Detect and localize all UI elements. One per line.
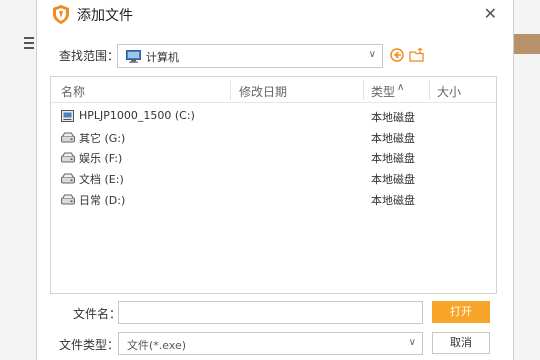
row-name: 娱乐 (F:) — [79, 152, 123, 165]
dialog-title: 添加文件 — [77, 8, 133, 24]
row-type: 本地磁盘 — [371, 132, 415, 145]
back-arrow-icon[interactable] — [390, 48, 404, 62]
drive-icon — [61, 194, 75, 205]
file-list[interactable]: 名称 修改日期 类型 ∧ 大小 HPLJP1000_1500 (C:) 本地磁盘 — [50, 76, 497, 294]
column-separator[interactable] — [429, 80, 430, 100]
column-separator[interactable] — [363, 80, 364, 100]
file-type-value: 文件(*.exe) — [127, 339, 187, 352]
background-app-right — [514, 0, 540, 360]
row-name: 其它 (G:) — [79, 132, 126, 145]
column-header-name[interactable]: 名称 — [61, 83, 85, 100]
title-bar: 添加文件 ✕ — [37, 0, 513, 30]
drive-icon — [61, 152, 75, 163]
close-icon[interactable]: ✕ — [484, 5, 497, 23]
open-button[interactable]: 打开 — [432, 301, 490, 323]
shield-logo-icon — [53, 5, 69, 24]
row-type: 本地磁盘 — [371, 173, 415, 186]
file-name-label: 文件名： — [73, 307, 122, 321]
chevron-down-icon[interactable]: ∨ — [369, 49, 376, 60]
cancel-button[interactable]: 取消 — [432, 332, 490, 354]
add-file-dialog: 添加文件 ✕ 查找范围： 计算机 ∨ 名称 修改日期 类型 ∧ 大小 HPLJP… — [36, 0, 514, 360]
row-type: 本地磁盘 — [371, 194, 415, 207]
look-in-select[interactable]: 计算机 ∨ — [117, 44, 383, 68]
chevron-down-icon[interactable]: ∨ — [409, 337, 416, 348]
row-type: 本地磁盘 — [371, 152, 415, 165]
column-separator[interactable] — [230, 80, 231, 100]
look-in-value: 计算机 — [146, 51, 179, 64]
file-name-input[interactable] — [118, 301, 423, 324]
file-type-select[interactable]: 文件(*.exe) ∨ — [118, 332, 423, 355]
list-item[interactable]: 娱乐 (F:) 本地磁盘 — [51, 147, 496, 167]
row-name: HPLJP1000_1500 (C:) — [79, 109, 195, 122]
look-in-label: 查找范围： — [59, 49, 120, 63]
drive-icon — [61, 173, 75, 184]
drive-icon — [61, 132, 75, 143]
menu-icon — [24, 37, 34, 52]
computer-icon — [126, 50, 141, 63]
row-name: 文档 (E:) — [79, 173, 124, 186]
row-name: 日常 (D:) — [79, 194, 126, 207]
list-item[interactable]: HPLJP1000_1500 (C:) 本地磁盘 — [51, 106, 496, 126]
column-header-size[interactable]: 大小 — [437, 83, 461, 100]
row-type: 本地磁盘 — [371, 111, 415, 124]
background-accent — [514, 34, 540, 54]
sort-up-icon: ∧ — [397, 82, 405, 93]
list-item[interactable]: 其它 (G:) 本地磁盘 — [51, 127, 496, 147]
file-type-label: 文件类型： — [59, 338, 120, 352]
system-drive-icon — [61, 110, 74, 122]
up-folder-icon[interactable] — [409, 48, 424, 62]
column-header-type[interactable]: 类型 — [371, 83, 395, 100]
background-app-left — [0, 0, 36, 360]
file-list-header: 名称 修改日期 类型 ∧ 大小 — [51, 77, 496, 103]
column-header-modified[interactable]: 修改日期 — [239, 83, 287, 100]
list-item[interactable]: 文档 (E:) 本地磁盘 — [51, 168, 496, 188]
list-item[interactable]: 日常 (D:) 本地磁盘 — [51, 189, 496, 209]
